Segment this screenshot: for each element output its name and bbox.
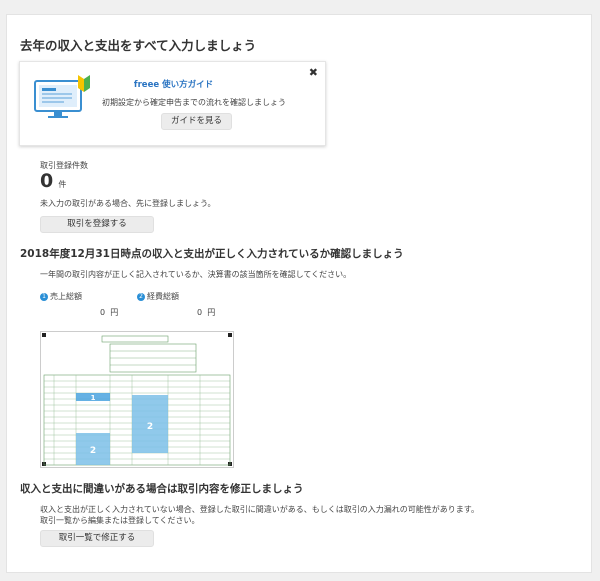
check-section-title: 2018年度12月31日時点の収入と支出が正しく入力されているか確認しましょう [20, 248, 404, 260]
guide-title[interactable]: freee 使い方ガイド [20, 78, 327, 90]
tax-return-form-image: 1 2 2 [40, 331, 234, 468]
expense-total-value: 0 円 [197, 308, 216, 317]
sales-total-value: 0 円 [100, 308, 119, 317]
transaction-count: 0 件 [40, 170, 66, 192]
close-icon[interactable]: ✖ [309, 66, 318, 79]
sales-total-label: 1 売上総額 [40, 291, 82, 302]
fix-section-title: 収入と支出に間違いがある場合は取引内容を修正しましょう [20, 483, 304, 495]
transaction-count-value: 0 [40, 170, 54, 192]
number-badge-1-icon: 1 [40, 292, 48, 301]
check-description: 一年間の取引内容が正しく記入されているか、決算書の該当箇所を確認してください。 [40, 270, 352, 279]
form-marker-1: 1 [91, 394, 96, 402]
register-transaction-button[interactable]: 取引を登録する [40, 216, 154, 233]
transaction-note: 未入力の取引がある場合、先に登録しましょう。 [40, 199, 216, 208]
main-card: 去年の収入と支出をすべて入力しましょう freee 使い方ガイド 初期設定から確… [6, 14, 592, 573]
guide-box: freee 使い方ガイド 初期設定から確定申告までの流れを確認しましょう ガイド… [19, 61, 326, 146]
fix-in-transaction-list-button[interactable]: 取引一覧で修正する [40, 530, 154, 547]
guide-description: 初期設定から確定申告までの流れを確認しましょう [102, 98, 286, 107]
number-badge-2-icon: 2 [137, 292, 145, 301]
page-title: 去年の収入と支出をすべて入力しましょう [20, 38, 257, 53]
form-marker-2b: 2 [147, 422, 153, 432]
fix-description-line1: 収入と支出が正しく入力されていない場合、登録した取引に間違いがある、もしくは取引… [40, 505, 479, 514]
view-guide-button[interactable]: ガイドを見る [161, 113, 232, 130]
expense-total-label: 2 経費総額 [137, 291, 179, 302]
form-marker-2a: 2 [90, 446, 96, 456]
transaction-count-unit: 件 [58, 180, 67, 189]
fix-description-line2: 取引一覧から編集または登録してください。 [40, 516, 200, 525]
